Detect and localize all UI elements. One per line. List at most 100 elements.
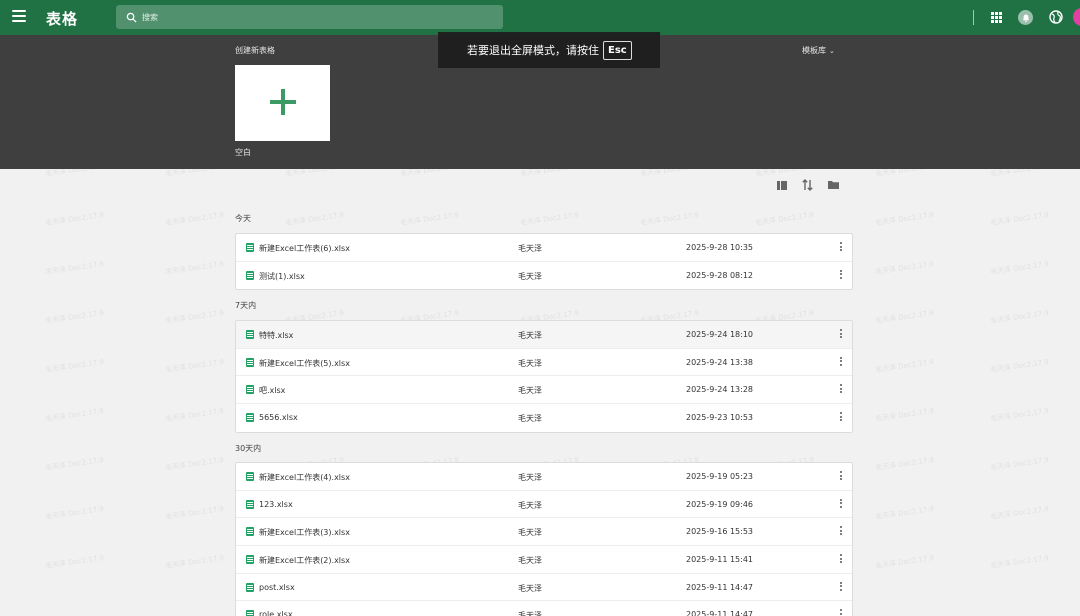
file-name: 123.xlsx [259,499,293,509]
watermark-text: 毛天泽 Doc2.17.9 [164,210,225,228]
folder-icon[interactable] [828,180,839,189]
bell-icon[interactable] [1018,10,1033,25]
spreadsheet-icon [246,357,254,367]
file-row[interactable]: post.xlsx 毛天泽 2025-9-11 14:47 [236,574,852,602]
watermark-text: 毛天泽 Doc2.17.9 [874,210,935,228]
watermark-text: 毛天泽 Doc2.17.9 [44,406,105,424]
watermark-text: 毛天泽 Doc2.17.9 [164,504,225,522]
file-name: 新建Excel工作表(3).xlsx [259,528,350,538]
watermark-text: 毛天泽 Doc2.17.9 [989,308,1050,326]
file-modified-time: 2025-9-11 14:47 [686,582,753,592]
file-owner: 毛天泽 [518,583,542,593]
watermark-text: 毛天泽 Doc2.17.9 [874,553,935,571]
watermark-text: 毛天泽 Doc2.17.9 [44,504,105,522]
file-owner: 毛天泽 [518,331,542,340]
file-row[interactable]: 5656.xlsx 毛天泽 2025-9-23 10:53 [236,404,852,432]
more-vertical-icon[interactable] [839,526,843,537]
sort-icon[interactable] [802,179,813,191]
watermark-text: 毛天泽 Doc2.17.9 [164,553,225,571]
spreadsheet-icon [246,555,254,565]
more-vertical-icon[interactable] [839,498,843,510]
more-vertical-icon[interactable] [839,384,843,395]
file-name: 新建Excel工作表(6).xlsx [259,244,350,253]
more-vertical-icon[interactable] [839,242,843,253]
watermark-text: 毛天泽 Doc2.17.9 [44,308,105,326]
more-vertical-icon[interactable] [839,269,843,281]
section-title-7days: 7天内 [235,301,257,310]
more-vertical-icon[interactable] [839,609,843,616]
spreadsheet-icon [246,610,254,616]
create-new-label: 创建新表格 [235,46,275,55]
file-modified-time: 2025-9-28 08:12 [686,270,753,280]
file-list-today: 新建Excel工作表(6).xlsx 毛天泽 2025-9-28 10:35 测试(1… [235,233,853,291]
file-row[interactable]: 吧.xlsx 毛天泽 2025-9-24 13:28 [236,376,852,405]
more-vertical-icon[interactable] [839,412,843,423]
file-name: 测试(1).xlsx [259,271,305,281]
globe-icon[interactable] [1049,10,1063,24]
spreadsheet-icon [246,243,254,252]
watermark-text: 毛天泽 Doc2.17.9 [44,357,105,375]
file-owner: 毛天泽 [518,611,542,616]
plus-icon-bar [270,100,296,104]
search-input[interactable] [142,12,482,22]
template-library-button[interactable]: 模板库 ⌄ [802,45,835,56]
more-vertical-icon[interactable] [839,581,843,593]
watermark-text: 毛天泽 Doc2.17.9 [164,406,225,424]
chevron-down-icon: ⌄ [829,47,835,55]
apps-icon[interactable] [991,12,1002,23]
file-modified-time: 2025-9-11 14:47 [686,610,753,616]
file-row[interactable]: 新建Excel工作表(4).xlsx 毛天泽 2025-9-19 05:23 [236,463,852,491]
file-modified-time: 2025-9-23 10:53 [686,413,753,423]
file-row[interactable]: 测试(1).xlsx 毛天泽 2025-9-28 08:12 [236,262,852,290]
more-vertical-icon[interactable] [839,471,843,482]
watermark-text: 毛天泽 Doc2.17.9 [874,504,935,522]
watermark-text: 毛天泽 Doc2.17.9 [639,210,700,228]
file-row[interactable]: 新建Excel工作表(5).xlsx 毛天泽 2025-9-24 13:38 [236,349,852,377]
more-vertical-icon[interactable] [839,356,843,368]
fullscreen-toast: 若要退出全屏模式，请按住 Esc [438,32,660,68]
watermark-text: 毛天泽 Doc2.17.9 [989,210,1050,228]
top-divider [973,10,974,25]
top-bar: 表格 [0,0,1080,35]
file-name: post.xlsx [259,582,295,592]
avatar[interactable] [1073,8,1080,26]
spreadsheet-icon [246,330,254,339]
spreadsheet-icon [246,527,254,537]
search-icon [126,12,137,23]
watermark-text: 毛天泽 Doc2.17.9 [44,259,105,277]
more-vertical-icon[interactable] [839,554,843,565]
spreadsheet-icon [246,270,254,280]
watermark-text: 毛天泽 Doc2.17.9 [754,210,815,228]
grid-view-icon[interactable] [777,181,787,190]
watermark-text: 毛天泽 Doc2.17.9 [164,308,225,326]
blank-template-card[interactable] [235,65,330,141]
file-owner: 毛天泽 [518,500,542,510]
file-row[interactable]: 123.xlsx 毛天泽 2025-9-19 09:46 [236,491,852,519]
section-title-today: 今天 [235,214,251,223]
file-row[interactable]: role.xlsx 毛天泽 2025-9-11 14:47 [236,601,852,616]
file-row[interactable]: 新建Excel工作表(2).xlsx 毛天泽 2025-9-11 15:41 [236,546,852,574]
watermark-text: 毛天泽 Doc2.17.9 [519,210,580,228]
watermark-text: 毛天泽 Doc2.17.9 [164,357,225,375]
file-name: 5656.xlsx [259,413,298,423]
file-owner: 毛天泽 [518,271,542,281]
watermark-text: 毛天泽 Doc2.17.9 [874,455,935,473]
watermark-text: 毛天泽 Doc2.17.9 [164,259,225,277]
file-modified-time: 2025-9-24 13:38 [686,357,753,367]
watermark-text: 毛天泽 Doc2.17.9 [164,455,225,473]
file-row[interactable]: 新建Excel工作表(3).xlsx 毛天泽 2025-9-16 15:53 [236,518,852,547]
search-box[interactable] [116,5,503,29]
watermark-text: 毛天泽 Doc2.17.9 [989,406,1050,424]
blank-template-label: 空白 [235,148,251,157]
file-owner: 毛天泽 [518,358,542,368]
file-owner: 毛天泽 [518,386,542,396]
menu-icon[interactable] [12,10,26,24]
watermark-text: 毛天泽 Doc2.17.9 [399,210,460,228]
watermark-text: 毛天泽 Doc2.17.9 [989,553,1050,571]
file-row[interactable]: 特特.xlsx 毛天泽 2025-9-24 18:10 [236,321,852,349]
watermark-text: 毛天泽 Doc2.17.9 [989,259,1050,277]
spreadsheet-icon [246,385,254,395]
more-vertical-icon[interactable] [839,329,843,340]
file-row[interactable]: 新建Excel工作表(6).xlsx 毛天泽 2025-9-28 10:35 [236,234,852,262]
spreadsheet-icon [246,582,254,592]
